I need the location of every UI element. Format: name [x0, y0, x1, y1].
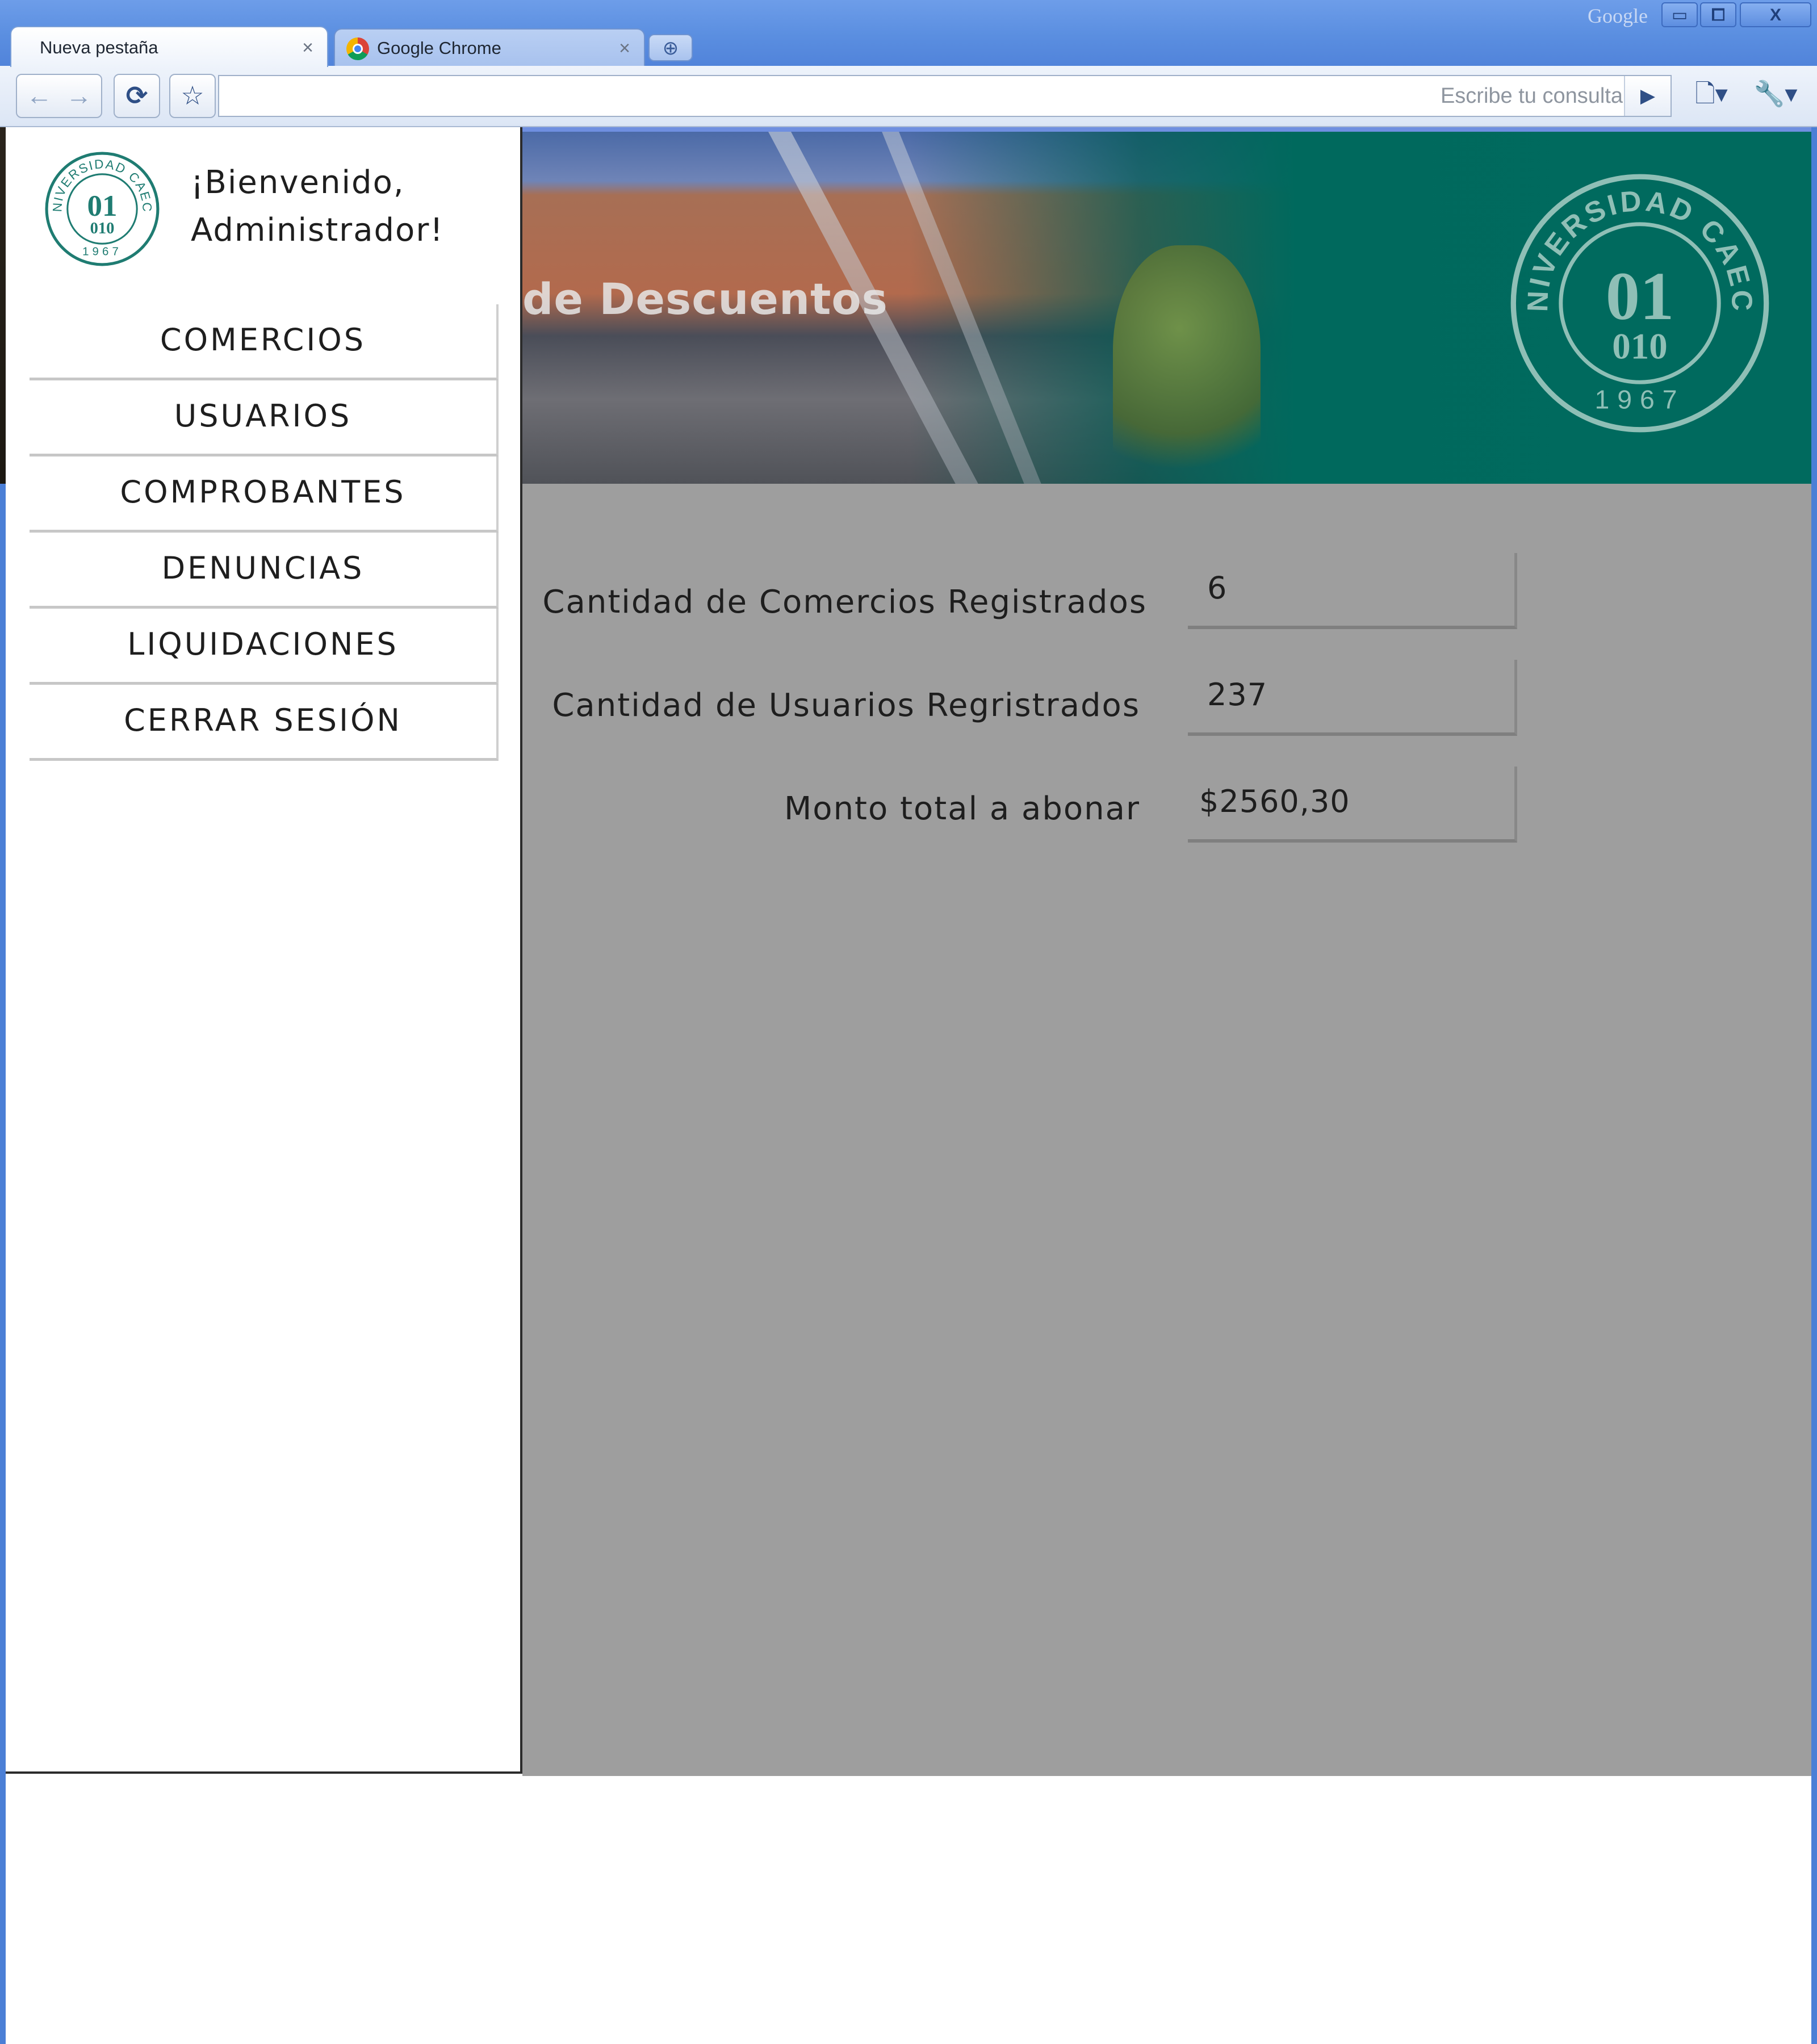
new-tab-button[interactable]: ⊕	[648, 34, 693, 61]
close-icon[interactable]: ×	[619, 30, 630, 67]
browser-toolbar: ← → ⟳ ☆ Escribe tu consulta ▶ 🗋▾ 🔧▾	[0, 66, 1817, 127]
history-nav: ← →	[16, 74, 102, 118]
stat-label-usuarios: Cantidad de Usuarios Regristrados	[552, 687, 1140, 724]
browser-window: Google ▭ ⧠ X Nueva pestaña × Google Chro…	[0, 0, 1817, 2044]
sidebar-item-comercios[interactable]: COMERCIOS	[30, 304, 499, 380]
page-viewport: de Descuentos UNIVERSIDAD CAECE 01 010 1…	[6, 127, 1811, 2044]
omnibox-input[interactable]: Escribe tu consulta ▶	[218, 75, 1672, 117]
stat-value-usuarios: 237	[1188, 660, 1517, 736]
maximize-button[interactable]: ⧠	[1700, 2, 1736, 27]
left-window-border	[0, 484, 6, 2044]
stat-value-comercios: 6	[1188, 553, 1517, 629]
tab-nueva-pestana[interactable]: Nueva pestaña ×	[10, 26, 328, 67]
seal-top-number: 01	[1606, 258, 1674, 334]
university-seal-logo: UNIVERSIDAD CAECE 01 010 1967	[44, 151, 160, 266]
welcome-line-1: ¡Bienvenido,	[191, 164, 405, 201]
welcome-line-2: Administrador!	[191, 212, 444, 249]
browser-titlebar: Google ▭ ⧠ X Nueva pestaña × Google Chro…	[0, 0, 1817, 67]
wrench-menu-icon[interactable]: 🔧▾	[1744, 74, 1807, 118]
left-edge-shade	[0, 127, 6, 484]
chrome-logo-icon	[346, 37, 369, 60]
back-arrow-icon[interactable]: ←	[19, 75, 59, 116]
stat-label-comercios: Cantidad de Comercios Registrados	[542, 584, 1147, 621]
dashboard-content: Cantidad de Comercios Registrados 6 Cant…	[522, 484, 1811, 1776]
right-window-border	[1811, 127, 1817, 2044]
seal-year: 1967	[1595, 385, 1685, 414]
omnibox-placeholder: Escribe tu consulta	[1440, 84, 1623, 108]
tab-label: Nueva pestaña	[40, 37, 158, 57]
close-icon[interactable]: ×	[302, 27, 313, 68]
forward-arrow-icon[interactable]: →	[59, 75, 99, 116]
sidebar-menu: COMERCIOS USUARIOS COMPROBANTES DENUNCIA…	[30, 304, 499, 761]
seal-top-number: 01	[87, 190, 117, 223]
stat-label-monto: Monto total a abonar	[784, 790, 1140, 827]
go-arrow-icon[interactable]: ▶	[1624, 76, 1671, 116]
tab-label: Google Chrome	[377, 38, 501, 58]
page-blank-area	[6, 1776, 1811, 2044]
seal-bottom-number: 010	[90, 220, 115, 237]
stat-value-monto: $2560,30	[1188, 767, 1517, 843]
tab-google-chrome[interactable]: Google Chrome ×	[334, 28, 645, 66]
seal-bottom-number: 010	[1612, 326, 1667, 367]
seal-year: 1967	[82, 246, 122, 258]
university-seal-logo: UNIVERSIDAD CAECE 01 010 1967	[1508, 171, 1769, 433]
banner-title: de Descuentos	[522, 274, 888, 324]
header-banner: de Descuentos UNIVERSIDAD CAECE 01 010 1…	[522, 127, 1811, 488]
sidebar-item-denuncias[interactable]: DENUNCIAS	[30, 533, 499, 609]
bookmark-star-icon[interactable]: ☆	[169, 74, 216, 118]
page-menu-icon[interactable]: 🗋▾	[1684, 74, 1739, 118]
close-window-button[interactable]: X	[1740, 2, 1811, 27]
google-wordmark: Google	[1588, 5, 1648, 27]
sidebar-item-usuarios[interactable]: USUARIOS	[30, 380, 499, 456]
sidebar-item-cerrar-sesion[interactable]: CERRAR SESIÓN	[30, 685, 499, 761]
sidebar-item-liquidaciones[interactable]: LIQUIDACIONES	[30, 609, 499, 685]
reload-button[interactable]: ⟳	[114, 74, 160, 118]
sidebar: UNIVERSIDAD CAECE 01 010 1967 ¡Bienvenid…	[6, 127, 522, 1774]
sidebar-item-comprobantes[interactable]: COMPROBANTES	[30, 456, 499, 533]
minimize-button[interactable]: ▭	[1661, 2, 1698, 27]
banner-foliage	[1113, 245, 1261, 484]
banner-structure	[882, 132, 1043, 488]
welcome-message: ¡Bienvenido, Administrador!	[191, 159, 444, 254]
app-area: de Descuentos UNIVERSIDAD CAECE 01 010 1…	[6, 127, 1811, 1776]
